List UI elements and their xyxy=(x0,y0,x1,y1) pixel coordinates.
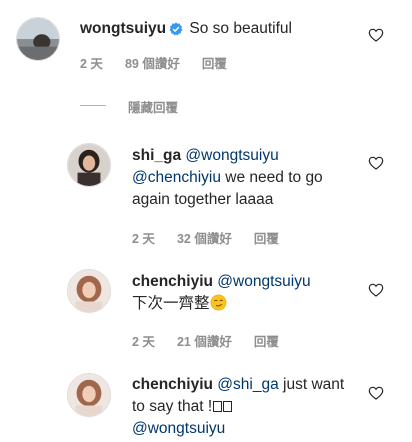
verified-badge-icon xyxy=(169,21,183,36)
reply-button[interactable]: 回覆 xyxy=(254,231,279,247)
like-heart-icon[interactable] xyxy=(368,27,384,43)
mention-link[interactable]: @chenchiyiu xyxy=(132,169,221,186)
comment-time[interactable]: 2 天 xyxy=(132,231,155,247)
hide-replies-divider xyxy=(80,105,106,106)
avatar-image xyxy=(68,374,110,416)
comment-text: So so beautiful xyxy=(189,20,292,37)
comment-body: chenchiyiu @wongtsuiyu 下次一齊整 xyxy=(132,271,357,315)
comment-username[interactable]: shi_ga xyxy=(132,147,181,164)
like-count[interactable]: 32 個讚好 xyxy=(177,231,232,247)
comment-meta: 2 天 89 個讚好 回覆 xyxy=(80,56,249,72)
smirk-emoji-icon xyxy=(210,294,227,311)
comment-body: wongtsuiyu So so beautiful xyxy=(80,18,370,40)
comment-username[interactable]: wongtsuiyu xyxy=(80,20,166,37)
like-heart-icon[interactable] xyxy=(368,155,384,171)
avatar-image xyxy=(68,144,110,186)
comment-text: 下次一齊整 xyxy=(132,295,210,312)
avatar-image xyxy=(17,18,59,60)
comment-meta: 2 天 32 個讚好 回覆 xyxy=(132,231,301,247)
comment-body: shi_ga @wongtsuiyu @chenchiyiu we need t… xyxy=(132,145,357,211)
reply-button[interactable]: 回覆 xyxy=(202,56,227,72)
missing-glyph xyxy=(223,401,233,412)
comment-username[interactable]: chenchiyiu xyxy=(132,273,213,290)
like-heart-icon[interactable] xyxy=(368,385,384,401)
mention-link[interactable]: @wongtsuiyu xyxy=(185,147,278,164)
avatar[interactable] xyxy=(16,17,60,61)
reply-button[interactable]: 回覆 xyxy=(254,334,279,350)
avatar-image xyxy=(68,270,110,312)
mention-link[interactable]: @wongtsuiyu xyxy=(132,420,225,437)
like-count[interactable]: 89 個讚好 xyxy=(125,56,180,72)
avatar[interactable] xyxy=(67,373,111,417)
comment-time[interactable]: 2 天 xyxy=(132,334,155,350)
like-heart-icon[interactable] xyxy=(368,282,384,298)
avatar[interactable] xyxy=(67,269,111,313)
like-count[interactable]: 21 個讚好 xyxy=(177,334,232,350)
hide-replies-button[interactable]: 隱藏回覆 xyxy=(128,97,178,116)
missing-glyph xyxy=(213,401,223,412)
mention-link[interactable]: @shi_ga xyxy=(217,376,278,393)
mention-link[interactable]: @wongtsuiyu xyxy=(217,273,310,290)
avatar[interactable] xyxy=(67,143,111,187)
comment-meta: 2 天 21 個讚好 回覆 xyxy=(132,334,301,350)
comment-body: chenchiyiu @shi_ga just want to say that… xyxy=(132,374,357,440)
comment-username[interactable]: chenchiyiu xyxy=(132,376,213,393)
comment-time[interactable]: 2 天 xyxy=(80,56,103,72)
